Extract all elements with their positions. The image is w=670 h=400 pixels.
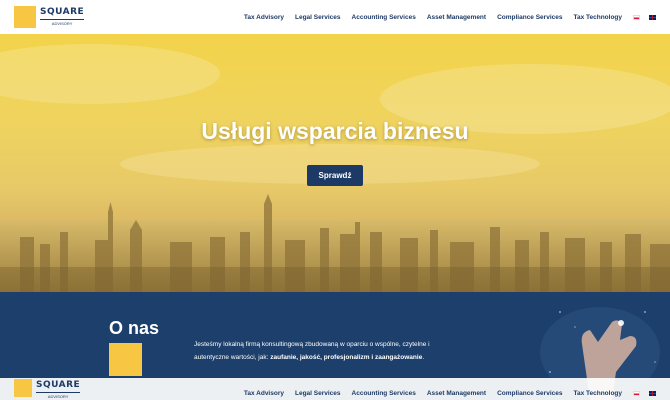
about-text-end: . [422,354,425,361]
nav-legal-services[interactable]: Legal Services [295,14,341,21]
logo-tagline: ADVISORY [36,392,81,399]
hero-section: Usługi wsparcia biznesu Sprawdź [0,34,670,292]
hero-title: Usługi wsparcia biznesu [201,118,469,144]
logo[interactable]: SQUARE ADVISORY [14,6,85,28]
about-text: Jesteśmy lokalną firmą konsultingową zbu… [194,338,459,364]
nav-asset-management[interactable]: Asset Management [427,390,486,397]
nav-legal-services[interactable]: Legal Services [295,390,341,397]
sticky-logo[interactable]: SQUARE ADVISORY [14,379,81,399]
logo-square-icon [14,6,36,28]
sticky-nav: Tax Advisory Legal Services Accounting S… [244,382,670,400]
city-skyline-image [0,194,670,292]
logo-tagline: ADVISORY [40,19,85,26]
pl-flag-icon[interactable] [633,14,640,20]
logo-name: SQUARE [36,380,81,390]
nav-tax-advisory[interactable]: Tax Advisory [244,14,284,21]
sticky-header: SQUARE ADVISORY Tax Advisory Legal Servi… [0,378,670,400]
hero-check-button[interactable]: Sprawdź [307,165,363,186]
logo-text: SQUARE ADVISORY [40,7,85,26]
about-title: O nas [109,318,160,338]
hero-cloud [0,44,220,104]
logo-square-icon [14,379,32,397]
nav-accounting-services[interactable]: Accounting Services [352,14,416,21]
accent-square-icon [109,343,142,376]
en-flag-icon[interactable] [649,390,656,396]
logo-text: SQUARE ADVISORY [36,380,81,399]
nav-accounting-services[interactable]: Accounting Services [352,390,416,397]
logo-name: SQUARE [40,7,85,17]
nav-tax-advisory[interactable]: Tax Advisory [244,390,284,397]
about-text-values: zaufanie, jakość, profesjonalizm i zaang… [270,354,423,361]
main-nav: Tax Advisory Legal Services Accounting S… [244,0,670,34]
nav-asset-management[interactable]: Asset Management [427,14,486,21]
nav-tax-technology[interactable]: Tax Technology [573,14,622,21]
nav-compliance-services[interactable]: Compliance Services [497,390,562,397]
pl-flag-icon[interactable] [633,390,640,396]
site-header: SQUARE ADVISORY Tax Advisory Legal Servi… [0,0,670,34]
en-flag-icon[interactable] [649,14,656,20]
nav-compliance-services[interactable]: Compliance Services [497,14,562,21]
nav-tax-technology[interactable]: Tax Technology [573,390,622,397]
